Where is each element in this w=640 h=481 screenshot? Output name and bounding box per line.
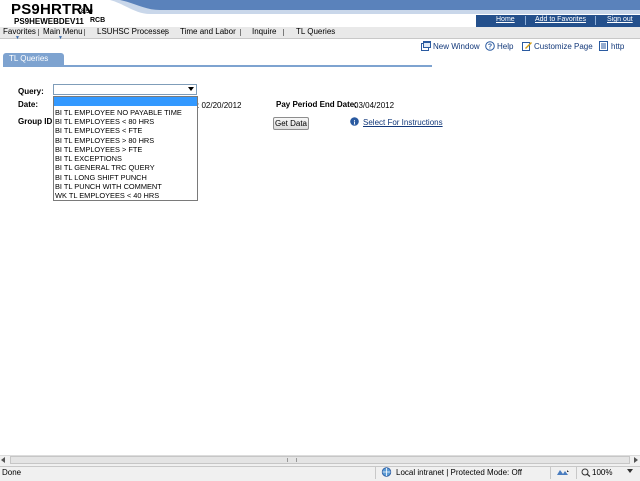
tab-underline <box>3 65 432 67</box>
query-dropdown-list[interactable]: BI TL EMPLOYEE NO PAYABLE TIME BI TL EMP… <box>53 96 198 201</box>
protected-mode-icon[interactable] <box>556 468 570 477</box>
query-label: Query: <box>18 87 44 96</box>
dropdown-option[interactable]: BI TL EXCEPTIONS <box>55 154 122 163</box>
help-link[interactable]: Help <box>497 42 513 51</box>
dropdown-option[interactable]: WK TL EMPLOYEES < 40 HRS <box>55 191 159 200</box>
status-divider <box>375 467 376 479</box>
select-for-instructions-link[interactable]: Select For Instructions <box>363 118 443 127</box>
dropdown-option[interactable]: BI TL EMPLOYEES < 80 HRS <box>55 117 154 126</box>
pay-period-end-label: Pay Period End Date: <box>276 100 357 109</box>
dropdown-option[interactable]: BI TL EMPLOYEES < FTE <box>55 126 142 135</box>
menu-divider <box>38 29 39 36</box>
date-label: Date: <box>18 100 39 109</box>
info-icon[interactable]: i <box>350 117 359 126</box>
http-link[interactable]: http <box>611 42 624 51</box>
scrollbar-grip-icon <box>287 458 297 462</box>
dropdown-option[interactable]: BI TL GENERAL TRC QUERY <box>55 163 155 172</box>
header-links-bar: Home Add to Favorites Sign out <box>476 15 640 27</box>
link-divider <box>595 16 596 25</box>
sign-out-link[interactable]: Sign out <box>607 16 633 23</box>
menu-divider <box>283 29 284 36</box>
zoom-level[interactable]: 100% <box>592 468 612 477</box>
dropdown-option-blank-selected[interactable] <box>54 97 197 106</box>
tab-label: TL Queries <box>9 54 49 63</box>
new-window-icon[interactable] <box>421 41 431 51</box>
zoom-icon[interactable] <box>581 468 591 477</box>
menu-divider <box>84 29 85 36</box>
scroll-right-arrow-icon[interactable] <box>634 457 638 463</box>
get-data-button[interactable]: Get Data <box>273 117 309 130</box>
chevron-down-icon[interactable] <box>627 469 633 473</box>
dropdown-option[interactable]: BI TL LONG SHIFT PUNCH <box>55 173 147 182</box>
date-value: : 02/20/2012 <box>197 101 242 110</box>
scrollbar-thumb[interactable] <box>10 456 630 464</box>
menu-tl-queries[interactable]: TL Queries <box>296 27 335 37</box>
chevron-down-icon: ▼ <box>15 35 20 41</box>
header-banner <box>110 0 640 14</box>
chevron-down-icon[interactable] <box>188 87 194 91</box>
chevron-down-icon: ▼ <box>58 35 63 41</box>
dropdown-option[interactable]: BI TL EMPLOYEES > FTE <box>55 145 142 154</box>
dropdown-option[interactable]: BI TL EMPLOYEES > 80 HRS <box>55 136 154 145</box>
menu-inquire[interactable]: Inquire <box>252 27 276 37</box>
menu-time-and-labor[interactable]: Time and Labor <box>180 27 236 37</box>
pay-period-end-value: 03/04/2012 <box>354 101 395 110</box>
query-select[interactable] <box>53 84 197 95</box>
app-version: 8.50 <box>81 9 93 15</box>
server-name: PS9HEWEBDEV11 <box>14 17 84 26</box>
menu-divider <box>240 29 241 36</box>
customize-page-link[interactable]: Customize Page <box>534 42 593 51</box>
new-window-link[interactable]: New Window <box>433 42 480 51</box>
svg-text:i: i <box>354 119 356 126</box>
user-id: RCB <box>90 17 106 24</box>
security-zone-text: Local intranet | Protected Mode: Off <box>396 468 522 477</box>
status-bar <box>0 466 640 481</box>
scroll-left-arrow-icon[interactable] <box>1 457 5 463</box>
home-link[interactable]: Home <box>496 16 515 23</box>
http-link-icon[interactable] <box>599 41 609 51</box>
add-to-favorites-link[interactable]: Add to Favorites <box>535 16 586 23</box>
status-text: Done <box>2 468 22 477</box>
menu-divider <box>165 29 166 36</box>
dropdown-option[interactable]: BI TL PUNCH WITH COMMENT <box>55 182 162 191</box>
link-divider <box>525 16 526 25</box>
menu-bar: Favorites ▼ Main Menu ▼ LSUHSC Processes… <box>0 27 640 41</box>
svg-text:?: ? <box>488 44 492 51</box>
status-divider <box>550 467 551 479</box>
help-icon[interactable]: ? <box>485 41 495 51</box>
status-divider <box>576 467 577 479</box>
dropdown-option[interactable]: BI TL EMPLOYEE NO PAYABLE TIME <box>55 108 182 117</box>
local-intranet-icon <box>381 467 392 477</box>
customize-icon[interactable] <box>522 41 532 51</box>
menu-lsuhsc-processes[interactable]: LSUHSC Processes <box>97 27 169 37</box>
group-id-label: Group ID: <box>18 117 55 126</box>
